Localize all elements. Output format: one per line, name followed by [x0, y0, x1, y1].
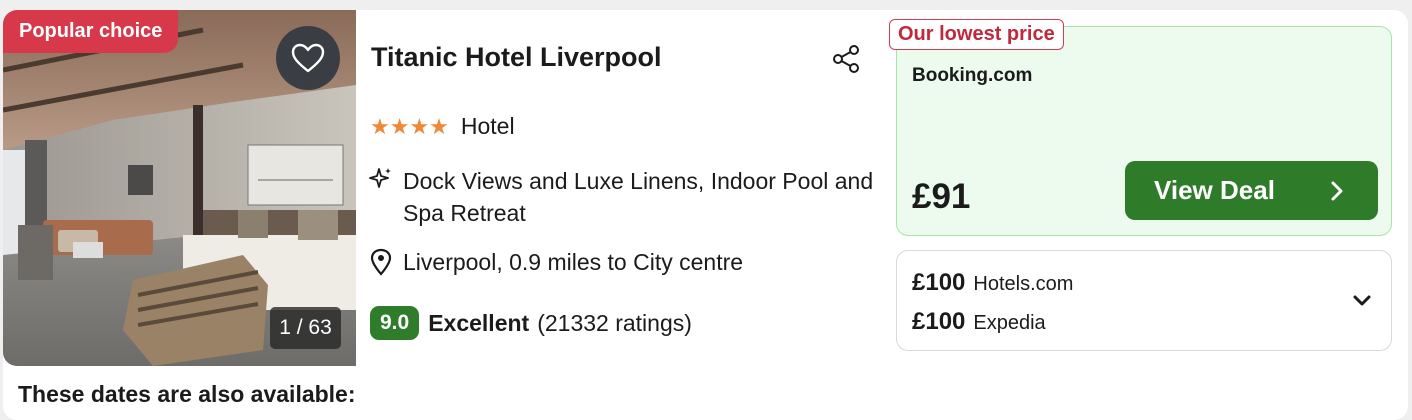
property-type: Hotel	[460, 113, 515, 139]
deal-price: £91	[912, 177, 971, 216]
other-prices[interactable]: £100 Hotels.com £100 Expedia	[896, 250, 1392, 351]
hotel-name[interactable]: Titanic Hotel Liverpool	[371, 42, 662, 73]
guest-rating[interactable]: 9.0 Excellent (21332 ratings)	[370, 306, 692, 340]
star-rating: ★★★★	[370, 113, 449, 139]
hotel-photo[interactable]: Popular choice 1 / 63	[3, 10, 356, 366]
feature-highlight: Dock Views and Luxe Linens, Indoor Pool …	[369, 165, 893, 229]
hotel-class: ★★★★ Hotel	[370, 113, 515, 140]
chevron-right-icon	[1331, 181, 1343, 201]
location-text: Liverpool, 0.9 miles to City centre	[403, 248, 744, 275]
rating-count: (21332 ratings)	[537, 309, 692, 336]
favorite-button[interactable]	[276, 26, 340, 90]
location-pin-icon	[370, 248, 392, 276]
available-dates-heading: These dates are also available:	[18, 381, 356, 407]
chevron-down-icon[interactable]	[1352, 294, 1372, 308]
other-price: £100	[912, 308, 966, 335]
other-provider: Expedia	[973, 312, 1046, 334]
photo-counter: 1 / 63	[270, 307, 341, 349]
view-deal-button[interactable]: View Deal	[1125, 161, 1378, 220]
other-provider: Hotels.com	[973, 273, 1074, 295]
heart-icon	[291, 43, 325, 73]
best-deal-box[interactable]: Booking.com £91 View Deal	[896, 26, 1392, 236]
popular-choice-badge: Popular choice	[3, 10, 179, 53]
lowest-price-badge: Our lowest price	[889, 19, 1064, 50]
rating-label: Excellent	[428, 309, 530, 336]
rating-score-badge: 9.0	[370, 306, 420, 340]
location: Liverpool, 0.9 miles to City centre	[369, 248, 743, 276]
sparkle-icon	[369, 168, 391, 188]
other-price-row[interactable]: £100 Expedia	[912, 308, 1046, 336]
other-price: £100	[912, 269, 966, 296]
view-deal-label: View Deal	[1154, 175, 1275, 205]
other-price-row[interactable]: £100 Hotels.com	[912, 269, 1073, 297]
hotel-card[interactable]: Popular choice 1 / 63 Titanic Hotel Live…	[3, 10, 1408, 420]
deal-provider: Booking.com	[912, 65, 1033, 86]
share-icon[interactable]	[831, 44, 863, 74]
feature-text: Dock Views and Luxe Linens, Indoor Pool …	[403, 168, 874, 226]
